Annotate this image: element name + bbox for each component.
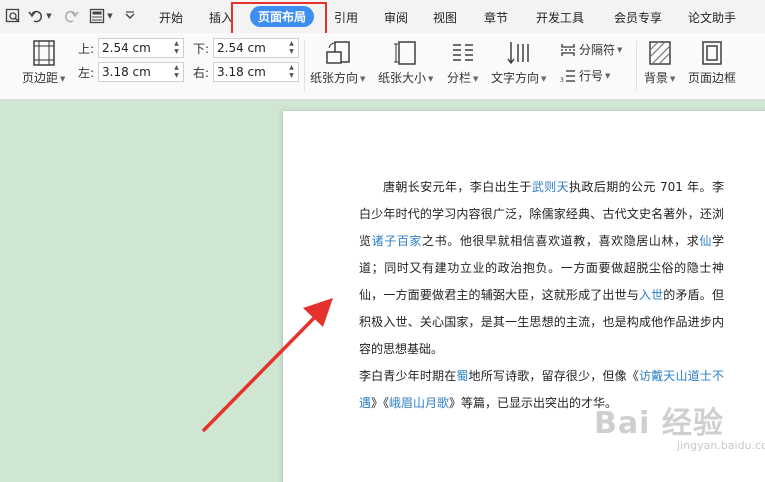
text-run: 地所写诗歌，留存很少，但像《 [468, 369, 639, 383]
text-run: 》等篇，已显示出突出的才华。 [449, 396, 618, 410]
columns-icon [450, 39, 476, 67]
line-number-label: 行号 [579, 69, 604, 83]
ribbon: 页边距▼ 上: ▲▼ 下: ▲▼ 左: ▲▼ 右: ▲▼ 纸张方向▼ 纸张大小▼ [0, 33, 765, 127]
margin-top-spinner[interactable]: ▲ ▼ [172, 40, 181, 56]
margins-button[interactable]: 页边距 ▼ [22, 39, 65, 86]
page-border-label: 页面边框 [688, 71, 737, 85]
margins-label: 页边距 [22, 71, 59, 85]
tab-review[interactable]: 审阅 [384, 9, 408, 26]
background-label: 背景 [644, 71, 669, 85]
margin-left-label: 左: [78, 66, 95, 80]
columns-button[interactable]: 分栏 ▼ [447, 39, 478, 86]
text-direction-button[interactable]: 文字方向 ▼ [491, 39, 546, 86]
paragraph-1: 唐朝长安元年，李白出生于武则天执政后期的公元 701 年。李白少年时代的学习内容… [359, 174, 724, 363]
text-run: 》《 [371, 396, 390, 410]
margin-left-spinner[interactable]: ▲ ▼ [172, 64, 181, 80]
margin-left-field[interactable]: ▲▼ [98, 62, 184, 82]
undo-dropdown-icon[interactable]: ▼ [45, 7, 53, 25]
line-number-button[interactable]: 3 行号 ▼ [560, 67, 610, 84]
margin-right-input[interactable] [214, 63, 284, 81]
margin-right-label: 右: [193, 66, 210, 80]
margin-top-label: 上: [78, 42, 95, 56]
more-icon[interactable] [124, 7, 136, 25]
tab-chapter[interactable]: 章节 [484, 9, 508, 26]
margin-top-input[interactable] [99, 39, 169, 57]
link-rushi[interactable]: 入世 [639, 288, 663, 302]
watermark-logo: Bai 经验 [594, 406, 724, 441]
baidu-jingyan-watermark: Bai 经验 jingyan.baidu.com [594, 398, 765, 452]
orientation-icon [325, 39, 351, 67]
columns-label: 分栏 [447, 71, 472, 85]
separator-icon [561, 43, 575, 56]
svg-text:3: 3 [560, 77, 564, 83]
orientation-button[interactable]: 纸张方向 ▼ [310, 39, 365, 86]
table-dropdown-icon[interactable]: ▼ [106, 7, 114, 25]
paper-size-button[interactable]: 纸张大小 ▼ [378, 39, 433, 86]
orientation-label: 纸张方向 [310, 71, 359, 85]
margin-bottom-label: 下: [193, 42, 210, 56]
margin-left-input[interactable] [99, 63, 169, 81]
margin-right-spinner[interactable]: ▲ ▼ [287, 64, 296, 80]
separator-label: 分隔符 [579, 43, 616, 57]
text-run: 唐朝长安元年，李白出生于 [383, 180, 532, 194]
link-zhuzi-baijia[interactable]: 诸子百家 [372, 234, 422, 248]
link-shu[interactable]: 蜀 [456, 369, 468, 383]
link-poem-emei-shan-yue-ge[interactable]: 峨眉山月歌 [389, 396, 449, 410]
paper-size-label: 纸张大小 [378, 71, 427, 85]
table-format-icon[interactable] [88, 7, 106, 25]
tab-insert[interactable]: 插入 [209, 9, 233, 26]
paper-size-icon [393, 39, 419, 67]
tab-references[interactable]: 引用 [334, 9, 358, 26]
tab-view[interactable]: 视图 [433, 9, 457, 26]
tab-developer[interactable]: 开发工具 [536, 9, 584, 26]
separator-button[interactable]: 分隔符 ▼ [560, 41, 622, 58]
text-run: 李白青少年时期在 [359, 369, 457, 383]
menu-bar: ▼ ▼ 开始 插入 页面布局 引用 审阅 视图 章节 开发工具 会员专享 论文助… [0, 0, 765, 33]
text-run: 之书。他很早就相信喜欢道教，喜欢隐居山林，求 [422, 234, 700, 248]
margin-bottom-input[interactable] [214, 39, 284, 57]
page-border-icon [701, 39, 723, 67]
ribbon-separator [636, 41, 637, 91]
margin-top-field[interactable]: ▲▼ [98, 38, 184, 58]
text-direction-label: 文字方向 [491, 71, 540, 85]
text-direction-icon [506, 39, 532, 67]
ribbon-separator [304, 41, 305, 91]
link-xian[interactable]: 仙 [699, 234, 712, 248]
preview-icon[interactable] [4, 7, 22, 25]
margin-bottom-spinner[interactable]: ▲ ▼ [287, 40, 296, 56]
background-button[interactable]: 背景 ▼ [644, 39, 675, 86]
margin-right-field[interactable]: ▲▼ [213, 62, 299, 82]
tab-paper-assistant[interactable]: 论文助手 [688, 9, 736, 26]
undo-icon[interactable] [27, 7, 45, 25]
line-number-icon: 3 [560, 69, 575, 83]
redo-icon[interactable] [62, 7, 80, 25]
tab-membership[interactable]: 会员专享 [614, 9, 662, 26]
page-border-button[interactable]: 页面边框 [688, 39, 736, 86]
link-wu-zetian[interactable]: 武则天 [532, 180, 569, 194]
watermark-url: jingyan.baidu.com [677, 439, 765, 452]
margins-icon [32, 39, 56, 67]
margin-bottom-field[interactable]: ▲▼ [213, 38, 299, 58]
background-icon [648, 39, 672, 67]
tab-home[interactable]: 开始 [159, 9, 183, 26]
